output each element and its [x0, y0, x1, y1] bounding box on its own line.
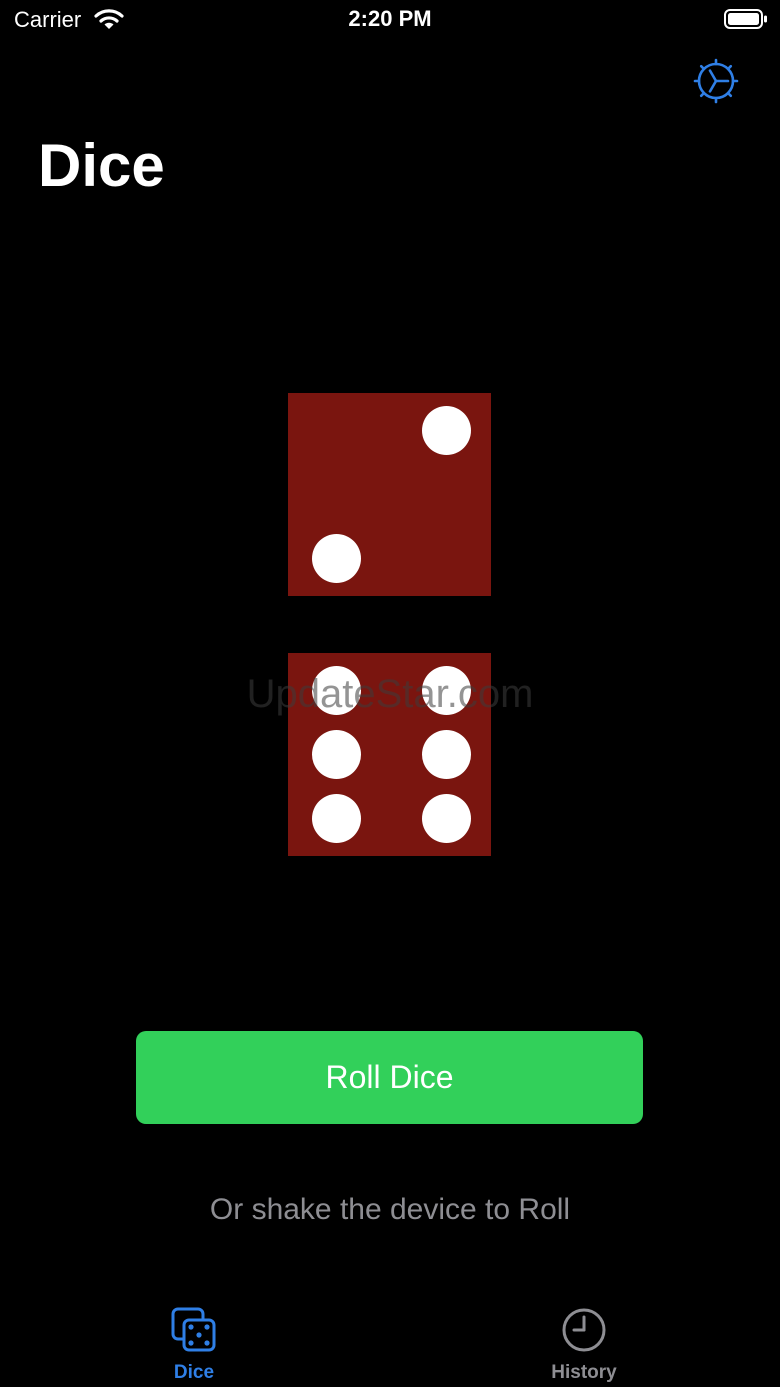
dice-icon: [171, 1307, 216, 1352]
clock-icon: [562, 1308, 606, 1352]
status-time: 2:20 PM: [348, 6, 432, 31]
die-pip: [311, 793, 361, 843]
status-bar: Carrier 2:20 PM: [0, 0, 780, 40]
die-pip: [421, 405, 471, 455]
battery-icon: [724, 9, 767, 29]
page-title: Dice: [38, 132, 165, 199]
die-pip: [421, 793, 471, 843]
tab-dice[interactable]: Dice: [94, 1290, 294, 1387]
gear-icon: [693, 58, 739, 104]
die-bottom[interactable]: [288, 653, 491, 856]
tab-history[interactable]: History: [484, 1290, 684, 1387]
tab-bar: Dice History: [0, 1290, 780, 1387]
die-pip: [311, 729, 361, 779]
die-pip: [421, 729, 471, 779]
settings-button[interactable]: [690, 55, 742, 107]
die-pip: [421, 665, 471, 715]
tab-history-label: History: [551, 1362, 617, 1383]
tab-dice-label: Dice: [173, 1362, 215, 1383]
die-pip: [311, 533, 361, 583]
shake-hint: Or shake the device to Roll: [209, 1193, 571, 1226]
roll-dice-button[interactable]: Roll Dice: [136, 1031, 643, 1124]
die-top[interactable]: [288, 393, 491, 596]
die-pip: [311, 665, 361, 715]
